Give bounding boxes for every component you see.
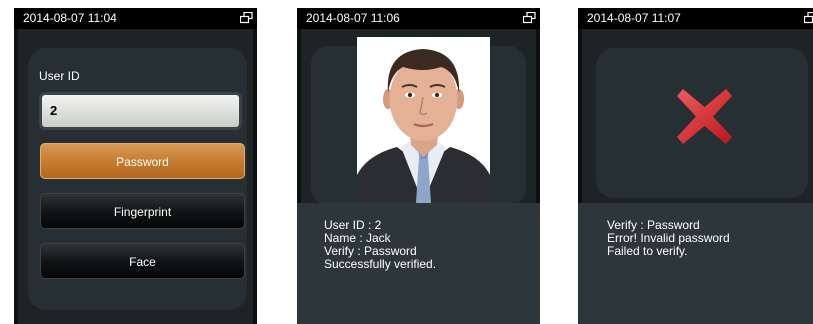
status-bar: 2014-08-07 11:04 — [14, 8, 257, 29]
info-error: Error! Invalid password — [607, 231, 730, 245]
user-id-input[interactable]: 2 — [39, 92, 242, 130]
info-verify-method: Verify : Password — [324, 244, 417, 258]
screen-user-id-entry: 2014-08-07 11:04 User ID 2 Password Fing… — [14, 8, 257, 324]
user-photo — [357, 37, 490, 203]
info-user-id: User ID : 2 — [324, 218, 382, 232]
password-button[interactable]: Password — [40, 143, 245, 179]
red-x-icon — [677, 89, 732, 144]
info-verify-method: Verify : Password — [607, 218, 700, 232]
user-id-label: User ID — [39, 69, 80, 83]
status-time: 2014-08-07 11:06 — [306, 11, 400, 25]
face-button[interactable]: Face — [40, 243, 245, 279]
info-name: Name : Jack — [324, 231, 391, 245]
fingerprint-button[interactable]: Fingerprint — [40, 193, 245, 229]
user-photo-image — [357, 37, 490, 203]
info-result: Failed to verify. — [607, 244, 688, 258]
network-icon — [804, 12, 813, 24]
status-time: 2014-08-07 11:07 — [587, 11, 681, 25]
status-bar: 2014-08-07 11:06 — [297, 8, 540, 29]
network-icon — [240, 12, 253, 24]
screen-verify-failed: 2014-08-07 11:07 Verify : Password Error… — [578, 8, 813, 324]
network-icon — [523, 12, 536, 24]
screen-verify-success: 2014-08-07 11:06 User ID: 2 Name: Jack… — [297, 8, 540, 324]
info-result: Successfully verified. — [324, 257, 437, 271]
status-time: 2014-08-07 11:04 — [23, 11, 117, 25]
status-bar: 2014-08-07 11:07 — [578, 8, 813, 29]
